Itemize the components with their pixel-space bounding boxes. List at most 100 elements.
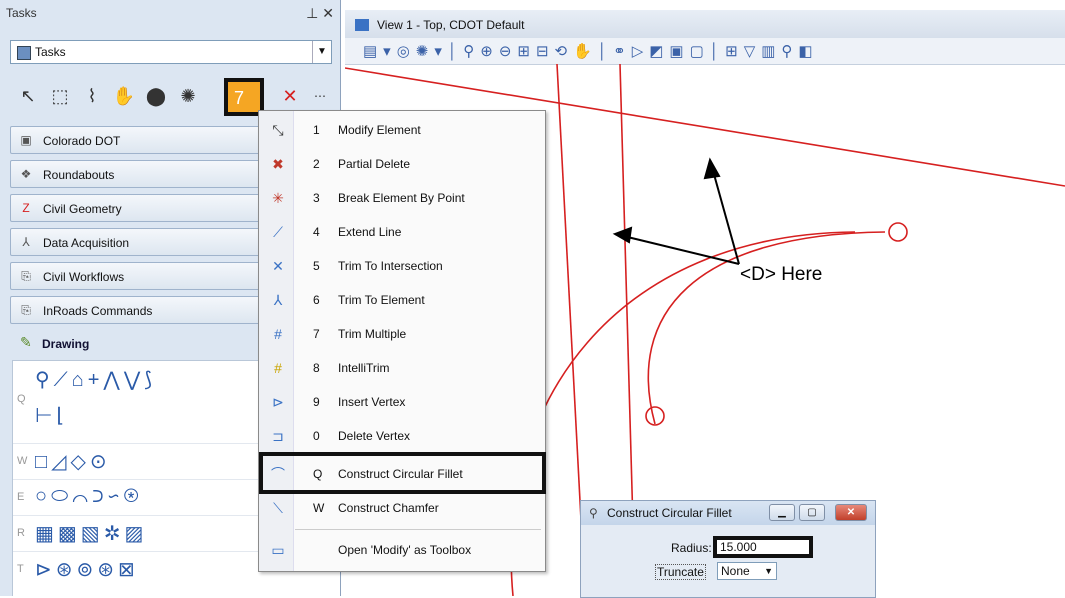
palette-key: E <box>17 491 25 503</box>
menu-item-key: 0 <box>313 429 320 443</box>
menu-item-partial-delete[interactable]: ✖ 2 Partial Delete <box>259 147 545 181</box>
task-group-label: Civil Geometry <box>43 202 122 216</box>
dimension-icon[interactable]: ⋯ <box>306 82 334 110</box>
chamfer-icon: ⟍ <box>273 500 283 516</box>
inroads-icon: ⎘ <box>21 303 31 317</box>
arrow-left-line <box>614 233 740 265</box>
view-title: View 1 - Top, CDOT Default <box>377 18 525 32</box>
menu-item-construct-chamfer[interactable]: ⟍ W Construct Chamfer <box>259 491 545 525</box>
trim-multiple-icon: # <box>274 326 282 342</box>
palette-key: R <box>17 527 25 539</box>
arc-endpoint-circle-right[interactable] <box>888 222 908 242</box>
menu-item-modify-element[interactable]: ⤡ 1 Modify Element <box>259 113 545 147</box>
trim-intersection-icon: ✕ <box>272 258 284 274</box>
menu-item-key: 4 <box>313 225 320 239</box>
radius-label: Radius: <box>671 541 712 555</box>
menu-item-key: 9 <box>313 395 320 409</box>
tasks-title: Tasks <box>6 6 37 20</box>
close-button[interactable]: ✕ <box>835 504 867 521</box>
menu-item-label: Construct Chamfer <box>338 501 439 515</box>
hand-icon[interactable]: ✋ <box>110 82 138 110</box>
extend-line-icon: ⟋ <box>273 224 283 240</box>
tasks-titlebar: Tasks ⊥ ✕ <box>0 0 340 26</box>
tasks-combo-value: Tasks <box>35 45 66 59</box>
break-element-icon: ✳ <box>272 190 284 206</box>
delete-vertex-icon: ⊐ <box>272 428 284 444</box>
dialog-title: Construct Circular Fillet <box>607 506 732 520</box>
menu-item-key: 2 <box>313 157 320 171</box>
menu-item-label: IntelliTrim <box>338 361 390 375</box>
menu-item-intellitrim[interactable]: # 8 IntelliTrim <box>259 351 545 385</box>
menu-item-label: Partial Delete <box>338 157 411 171</box>
menu-item-label: Modify Element <box>338 123 421 137</box>
menu-item-key: 8 <box>313 361 320 375</box>
arrow-left-head <box>612 226 633 244</box>
menu-item-label: Trim To Intersection <box>338 259 443 273</box>
insert-vertex-icon: ⊳ <box>272 394 284 410</box>
text-tools-icons[interactable]: ⊳⊛⊚⊛⊠ <box>35 557 139 582</box>
menu-item-extend-line[interactable]: ⟋ 4 Extend Line <box>259 215 545 249</box>
d-here-annotation: <D> Here <box>740 264 823 285</box>
select-element-icon[interactable]: ↖ <box>14 82 42 110</box>
tasks-icon <box>17 46 31 60</box>
fillet-highlight-box <box>259 452 546 494</box>
pattern-tools-icons[interactable]: ▦▩▧✲▨ <box>35 521 147 546</box>
menu-separator <box>295 529 541 530</box>
shape-tools-icons[interactable]: □◿◇⊙ <box>35 449 111 474</box>
dialog-titlebar: ⚲ Construct Circular Fillet ▁ ▢ ✕ <box>581 501 875 525</box>
dimension-tools-icons[interactable]: ⊢⌊ <box>35 403 68 428</box>
drawing-icon: ✎ <box>20 334 32 350</box>
intellitrim-icon: # <box>274 360 282 376</box>
task-group-label: Data Acquisition <box>43 236 130 250</box>
menu-item-delete-vertex[interactable]: ⊐ 0 Delete Vertex <box>259 419 545 453</box>
menu-item-key: 3 <box>313 191 320 205</box>
place-line-tools-icons[interactable]: ⚲⟋⌂+⋀⋁⟆ <box>35 367 156 392</box>
pin-close-icons[interactable]: ⊥ ✕ <box>306 0 334 26</box>
menu-item-insert-vertex[interactable]: ⊳ 9 Insert Vertex <box>259 385 545 419</box>
fence-icon[interactable]: ⬚ <box>46 82 74 110</box>
view-window-icon <box>355 19 369 31</box>
modify-element-icon: ⤡ <box>272 122 284 138</box>
partial-delete-icon: ✖ <box>272 156 284 172</box>
menu-item-trim-multiple[interactable]: # 7 Trim Multiple <box>259 317 545 351</box>
menu-item-break-element[interactable]: ✳ 3 Break Element By Point <box>259 181 545 215</box>
radius-input[interactable]: 15.000 <box>713 536 813 558</box>
menu-item-open-toolbox[interactable]: ▭ Open 'Modify' as Toolbox <box>259 533 545 567</box>
colorado-dot-icon: ▣ <box>20 133 32 147</box>
menu-item-key: 7 <box>313 327 320 341</box>
task-group-label: Civil Workflows <box>43 270 125 284</box>
chevron-down-icon: ▼ <box>764 566 773 576</box>
roundabout-icon: ❖ <box>20 167 32 181</box>
bulb-icon[interactable]: ✺ <box>174 82 202 110</box>
inner-arc[interactable] <box>647 231 886 425</box>
truncate-value: None <box>721 564 750 578</box>
fillet-tool-icon: ⚲ <box>589 506 598 520</box>
data-acquisition-icon: ⅄ <box>22 235 30 249</box>
tasks-combo[interactable]: Tasks ▼ <box>10 40 332 64</box>
modify-context-menu: ⤡ 1 Modify Element ✖ 2 Partial Delete ✳ … <box>258 110 546 572</box>
menu-item-label: Insert Vertex <box>338 395 406 409</box>
chevron-down-icon[interactable]: ▼ <box>312 41 331 63</box>
measure-icon[interactable]: ⌇ <box>78 82 106 110</box>
delete-icon[interactable]: ✕ <box>276 82 304 110</box>
palette-key: T <box>17 563 24 575</box>
truncate-select[interactable]: None ▼ <box>717 562 777 580</box>
task-group-label: InRoads Commands <box>43 304 153 318</box>
menu-item-trim-to-intersection[interactable]: ✕ 5 Trim To Intersection <box>259 249 545 283</box>
civil-geometry-icon: Z <box>22 201 30 215</box>
circle-arc-tools-icons[interactable]: ○⬭⌒⊃∽⊛ <box>35 485 143 508</box>
paint-icon[interactable]: ⬤ <box>142 82 170 110</box>
minimize-button[interactable]: ▁ <box>769 504 795 521</box>
menu-item-label: Delete Vertex <box>338 429 411 443</box>
menu-item-label: Extend Line <box>338 225 402 239</box>
task-group-label: Colorado DOT <box>43 134 121 148</box>
truncate-label: Truncate <box>655 564 706 580</box>
view-control-icons[interactable]: ▤▾◎✺▾│⚲⊕⊖⊞⊟⟲✋│⚭▷◩▣▢│⊞▽▥⚲◧ <box>363 42 819 60</box>
trim-task-icon: 7 <box>234 88 245 108</box>
construct-circular-fillet-dialog: ⚲ Construct Circular Fillet ▁ ▢ ✕ Radius… <box>580 500 876 598</box>
menu-item-label: Trim Multiple <box>338 327 407 341</box>
toolbox-icon: ▭ <box>271 542 285 558</box>
menu-item-trim-to-element[interactable]: ⅄ 6 Trim To Element <box>259 283 545 317</box>
maximize-button[interactable]: ▢ <box>799 504 825 521</box>
task-group-label: Roundabouts <box>43 168 115 182</box>
